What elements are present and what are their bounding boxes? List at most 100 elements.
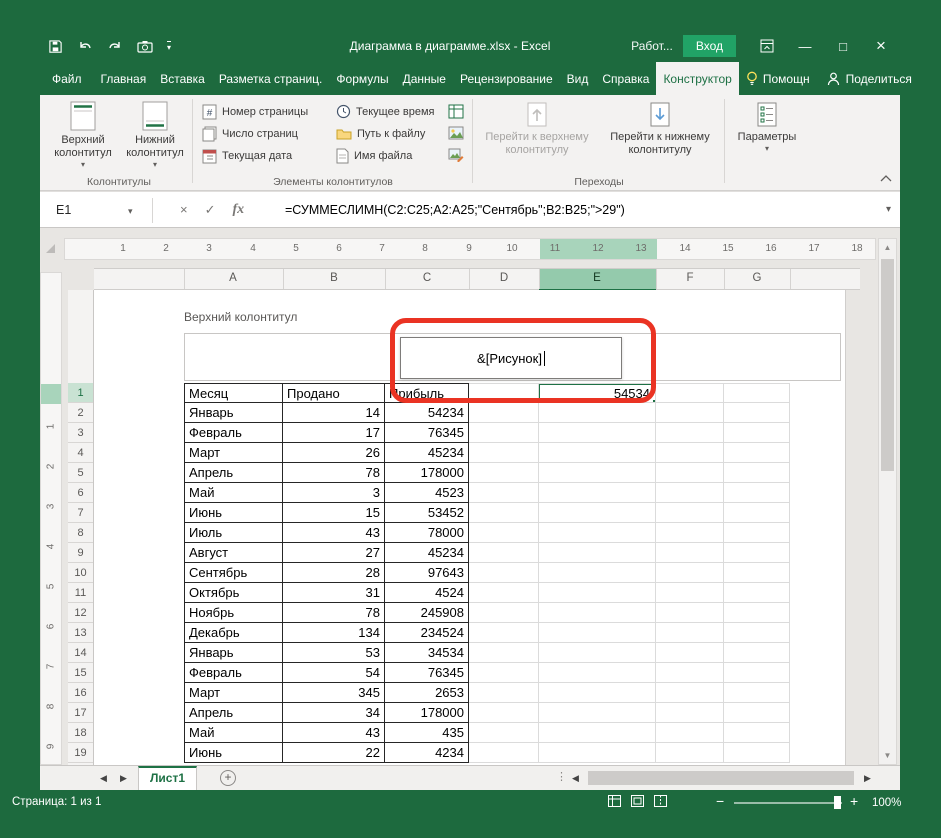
insert-function-icon[interactable]: fx (233, 202, 245, 218)
cell[interactable] (656, 603, 724, 623)
row-header-1[interactable]: 1 (68, 383, 93, 403)
cell[interactable] (724, 683, 790, 703)
hscroll-right-icon[interactable]: ▶ (864, 773, 871, 784)
row-header-12[interactable]: 12 (68, 603, 93, 623)
cell[interactable] (656, 423, 724, 443)
cell[interactable] (469, 703, 539, 723)
cell[interactable] (656, 563, 724, 583)
cell[interactable] (539, 423, 656, 443)
cell[interactable] (656, 663, 724, 683)
cell[interactable]: 178000 (385, 703, 469, 723)
cell[interactable] (469, 543, 539, 563)
column-header-E[interactable]: E (587, 272, 607, 284)
cell[interactable] (656, 683, 724, 703)
cell[interactable]: 178000 (385, 463, 469, 483)
cell[interactable] (539, 563, 656, 583)
cell[interactable]: 53452 (385, 503, 469, 523)
share-button[interactable]: Поделиться (817, 62, 922, 95)
cell-E1-active[interactable]: 54534 (539, 383, 656, 403)
cell[interactable] (469, 663, 539, 683)
cell[interactable] (469, 563, 539, 583)
cell[interactable] (656, 543, 724, 563)
customize-qat-icon[interactable]: ▾ (167, 41, 171, 51)
cell[interactable]: 26 (283, 443, 385, 463)
cell[interactable]: 4234 (385, 743, 469, 763)
sheet-tab-list1[interactable]: Лист1 (138, 766, 197, 790)
column-divider[interactable] (469, 269, 470, 289)
cell[interactable]: 76345 (385, 423, 469, 443)
column-header-C[interactable]: C (417, 272, 437, 284)
column-divider[interactable] (724, 269, 725, 289)
row-header-3[interactable]: 3 (68, 423, 93, 443)
undo-icon[interactable] (77, 39, 93, 53)
tab-design-active[interactable]: Конструктор (656, 62, 738, 95)
cell[interactable]: 76345 (385, 663, 469, 683)
zoom-slider-thumb[interactable] (834, 796, 841, 809)
cell[interactable] (469, 403, 539, 423)
cell[interactable]: Февраль (184, 663, 283, 683)
cell[interactable]: Июль (184, 523, 283, 543)
cell[interactable] (656, 403, 724, 423)
row-header-15[interactable]: 15 (68, 663, 93, 683)
cell[interactable] (656, 503, 724, 523)
cell[interactable]: Август (184, 543, 283, 563)
cell[interactable] (469, 743, 539, 763)
hscroll-left-icon[interactable]: ◀ (572, 773, 579, 784)
sheet-name-button[interactable] (446, 101, 466, 121)
row-header-5[interactable]: 5 (68, 463, 93, 483)
minimize-button[interactable]: — (786, 30, 824, 62)
formula-bar-splitter[interactable] (152, 198, 153, 223)
row-header-16[interactable]: 16 (68, 683, 93, 703)
cell[interactable]: 2653 (385, 683, 469, 703)
scroll-up-icon[interactable]: ▲ (879, 243, 896, 252)
maximize-button[interactable]: □ (824, 30, 862, 62)
cell[interactable] (656, 463, 724, 483)
cell[interactable] (539, 623, 656, 643)
cell[interactable] (469, 463, 539, 483)
cell[interactable]: Апрель (184, 463, 283, 483)
cell[interactable] (656, 703, 724, 723)
name-box-dropdown-icon[interactable]: ▾ (128, 206, 133, 217)
row-header-7[interactable]: 7 (68, 503, 93, 523)
cell[interactable]: Март (184, 683, 283, 703)
cell[interactable] (539, 723, 656, 743)
cell[interactable]: 53 (283, 643, 385, 663)
next-sheet-icon[interactable]: ▶ (120, 773, 127, 784)
file-name-button[interactable]: Имя файла (336, 145, 412, 166)
row-header-19[interactable]: 19 (68, 743, 93, 763)
column-divider[interactable] (656, 269, 657, 289)
cell[interactable] (724, 503, 790, 523)
cell[interactable]: Июнь (184, 743, 283, 763)
cell[interactable] (469, 643, 539, 663)
cell[interactable]: 22 (283, 743, 385, 763)
cell[interactable] (724, 423, 790, 443)
cell[interactable] (539, 463, 656, 483)
cell[interactable] (539, 543, 656, 563)
cell-G1[interactable] (724, 383, 790, 403)
cell[interactable] (469, 503, 539, 523)
cell[interactable] (469, 583, 539, 603)
cell[interactable] (724, 703, 790, 723)
save-icon[interactable] (48, 39, 63, 54)
cell[interactable] (469, 623, 539, 643)
cell[interactable]: 78 (283, 603, 385, 623)
cell[interactable]: 3 (283, 483, 385, 503)
cell[interactable]: 17 (283, 423, 385, 443)
cell[interactable]: 45234 (385, 543, 469, 563)
row-header-6[interactable]: 6 (68, 483, 93, 503)
cell[interactable]: Май (184, 483, 283, 503)
column-divider[interactable] (385, 269, 386, 289)
tab-insert[interactable]: Вставка (153, 62, 212, 95)
cell[interactable]: 4524 (385, 583, 469, 603)
column-divider[interactable] (790, 269, 791, 289)
cell[interactable] (539, 683, 656, 703)
cell[interactable]: Март (184, 443, 283, 463)
cell[interactable]: 45234 (385, 443, 469, 463)
cell[interactable]: 97643 (385, 563, 469, 583)
cell[interactable] (656, 523, 724, 543)
cell[interactable]: Октябрь (184, 583, 283, 603)
cell[interactable]: Май (184, 723, 283, 743)
cell[interactable]: Ноябрь (184, 603, 283, 623)
cell[interactable] (724, 523, 790, 543)
cell[interactable] (539, 483, 656, 503)
